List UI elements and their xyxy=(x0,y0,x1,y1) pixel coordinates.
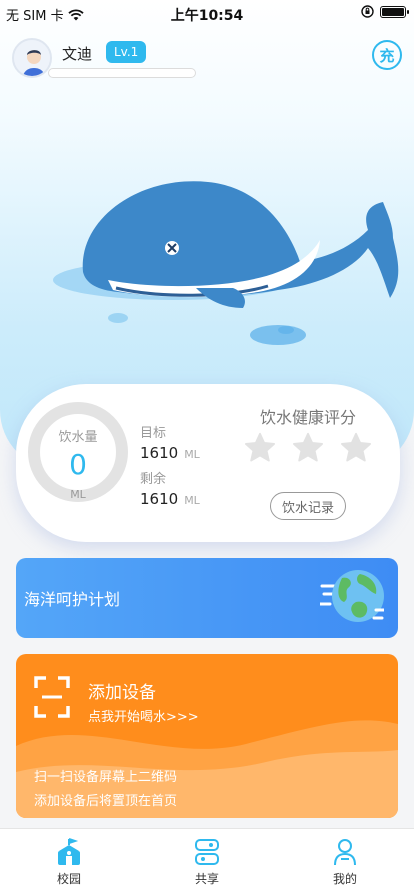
pin-hint: 添加设备后将置顶在首页 xyxy=(34,794,178,809)
health-score-title: 饮水健康评分 xyxy=(260,408,357,427)
water-stats-card: 饮水量 0 ML 目标 1610 ML 剩余 1610 ML 饮水健康评分 饮水记录 xyxy=(16,384,400,542)
share-icon xyxy=(195,839,219,865)
target-value: 1610 ML xyxy=(140,444,200,462)
target-unit: ML xyxy=(184,448,200,461)
orientation-lock-icon xyxy=(361,5,374,18)
ocean-care-plan-card[interactable]: 海洋呵护计划 xyxy=(16,558,398,638)
star-icon xyxy=(242,430,278,466)
status-bar: 无 SIM 卡 上午10:54 xyxy=(0,0,414,28)
whale-illustration xyxy=(53,181,399,345)
ocean-card-title: 海洋呵护计划 xyxy=(24,590,121,609)
remain-label: 剩余 xyxy=(140,472,167,487)
level-badge: Lv.1 xyxy=(106,41,147,63)
tab-campus[interactable]: 校园 xyxy=(0,829,138,896)
remain-unit: ML xyxy=(184,494,200,507)
bottom-tab-bar: 校园 共享 我的 xyxy=(0,828,414,896)
tab-campus-label: 校园 xyxy=(56,872,81,886)
avatar-icon xyxy=(14,40,50,76)
status-time: 上午10:54 xyxy=(170,8,244,24)
intake-ring[interactable]: 饮水量 0 ML xyxy=(26,400,130,504)
start-drinking-link[interactable]: 点我开始喝水>>> xyxy=(88,706,199,725)
star-icon xyxy=(290,430,326,466)
tab-mine[interactable]: 我的 xyxy=(276,829,414,896)
star-icon xyxy=(338,430,374,466)
target-label: 目标 xyxy=(140,426,167,441)
drink-record-button[interactable]: 饮水记录 xyxy=(270,492,346,520)
globe-icon xyxy=(320,570,384,622)
campus-icon xyxy=(58,838,80,865)
profile-icon xyxy=(334,839,356,866)
health-score-stars xyxy=(242,430,374,466)
remain-value: 1610 ML xyxy=(140,490,200,508)
experience-bar xyxy=(48,68,196,78)
user-header: 文迪 Lv.1 xyxy=(12,38,312,82)
add-device-title: 添加设备 xyxy=(88,683,156,703)
intake-label: 饮水量 xyxy=(58,430,98,445)
scan-hint: 扫一扫设备屏幕上二维码 xyxy=(34,770,178,785)
battery-icon xyxy=(380,5,409,18)
add-device-card[interactable]: 添加设备 点我开始喝水>>> 扫一扫设备屏幕上二维码 添加设备后将置顶在首页 xyxy=(16,654,398,818)
tab-mine-label: 我的 xyxy=(332,872,357,886)
tab-share-label: 共享 xyxy=(194,872,219,886)
scan-icon[interactable] xyxy=(34,676,70,718)
intake-unit: ML xyxy=(70,488,86,501)
tab-share[interactable]: 共享 xyxy=(138,829,276,896)
recharge-button[interactable]: 充 xyxy=(372,40,402,70)
avatar[interactable] xyxy=(12,38,52,78)
intake-value: 0 xyxy=(69,448,87,481)
username: 文迪 xyxy=(62,45,93,63)
